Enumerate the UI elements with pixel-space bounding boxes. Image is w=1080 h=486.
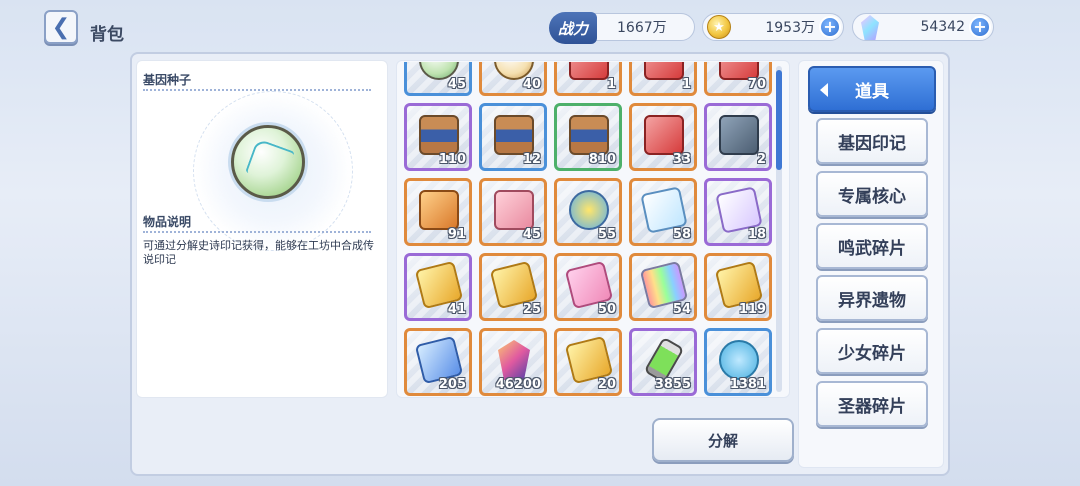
coin-icon: ★	[707, 15, 731, 39]
back-button[interactable]: ❮	[44, 10, 78, 44]
divider	[143, 231, 371, 233]
item-count: 1381	[729, 377, 766, 392]
crystal-icon	[861, 15, 879, 40]
inventory-slot[interactable]: 50	[554, 253, 622, 321]
item-count: 205	[438, 377, 466, 392]
power-value: 1667万	[617, 20, 667, 36]
item-count: 12	[522, 152, 541, 167]
inventory-slot[interactable]: 119	[704, 253, 772, 321]
inventory-slot[interactable]: 46200	[479, 328, 547, 396]
inventory-slot[interactable]: 55	[554, 178, 622, 246]
stars-icon	[569, 190, 609, 230]
item-count: 41	[447, 302, 466, 317]
item-count: 810	[588, 152, 616, 167]
inventory-slot[interactable]: 45	[404, 62, 472, 96]
divider	[143, 89, 371, 91]
tab-props[interactable]: 道具	[808, 66, 936, 112]
item-count: 119	[738, 302, 766, 317]
item-count: 18	[747, 227, 766, 242]
tab-category-3[interactable]: 异界遗物	[816, 275, 928, 321]
gem-amount: 54342	[920, 19, 965, 35]
item-count: 45	[522, 227, 541, 242]
tab-category-4[interactable]: 少女碎片	[816, 328, 928, 374]
power-display: 战力 1667万	[549, 12, 695, 44]
decompose-button[interactable]: 分解	[652, 418, 794, 462]
inventory-grid: 45 40 1 1 70 110 12 810 33 2 91 45 55 58 18 41 25 50 54 119…	[404, 62, 774, 396]
add-gem-button[interactable]: +	[969, 16, 991, 38]
item-count: 58	[672, 227, 691, 242]
inventory-slot[interactable]: 1381	[704, 328, 772, 396]
gold-display: ★ 1953万 +	[702, 13, 844, 41]
chevron-left-icon: ❮	[51, 14, 71, 40]
tab-category-5[interactable]: 圣器碎片	[816, 381, 928, 427]
inventory-slot[interactable]: 205	[404, 328, 472, 396]
item-count: 25	[522, 302, 541, 317]
gold-amount: 1953万	[765, 20, 815, 36]
inventory-viewport[interactable]: 45 40 1 1 70 110 12 810 33 2 91 45 55 58 18 41 25 50 54 119…	[396, 62, 774, 396]
item-count: 40	[522, 77, 541, 92]
candy-icon	[719, 340, 759, 380]
item-count: 110	[438, 152, 466, 167]
inventory-slot[interactable]: 33	[629, 103, 697, 171]
item-count: 1	[681, 77, 691, 92]
item-count: 33	[672, 152, 691, 167]
item-detail-panel: 基因种子 物品说明 可通过分解史诗印记获得，能够在工坊中合成传说印记	[136, 60, 388, 398]
caret-left-icon	[820, 83, 828, 97]
item-count: 54	[672, 302, 691, 317]
item-count: 70	[747, 77, 766, 92]
cube-red-icon	[569, 62, 609, 80]
inventory-slot[interactable]: 25	[479, 253, 547, 321]
inventory-slot[interactable]: 810	[554, 103, 622, 171]
inventory-slot[interactable]: 91	[404, 178, 472, 246]
item-count: 46200	[495, 377, 541, 392]
inventory-slot[interactable]: 110	[404, 103, 472, 171]
power-badge: 战力	[549, 12, 597, 44]
item-count: 3855	[654, 377, 691, 392]
inventory-slot[interactable]: 58	[629, 178, 697, 246]
inventory-slot[interactable]: 45	[479, 178, 547, 246]
tab-category-0[interactable]: 基因印记	[816, 118, 928, 164]
inventory-slot[interactable]: 3855	[629, 328, 697, 396]
inventory-slot[interactable]: 1	[554, 62, 622, 96]
inventory-slot[interactable]: 54	[629, 253, 697, 321]
item-count: 91	[447, 227, 466, 242]
inventory-slot[interactable]: 20	[554, 328, 622, 396]
tab-category-2[interactable]: 鸣武碎片	[816, 223, 928, 269]
chest-icon	[494, 115, 534, 155]
gene-seed-icon	[231, 125, 305, 199]
gift-icon	[494, 190, 534, 230]
item-count: 45	[447, 77, 466, 92]
item-description: 可通过分解史诗印记获得，能够在工坊中合成传说印记	[143, 239, 374, 266]
tab-label: 道具	[855, 81, 889, 102]
desc-heading: 物品说明	[143, 215, 192, 229]
crystal-icon	[498, 340, 530, 380]
add-gold-button[interactable]: +	[819, 16, 841, 38]
item-count: 20	[597, 377, 616, 392]
item-count: 55	[597, 227, 616, 242]
inventory-slot[interactable]: 70	[704, 62, 772, 96]
dna-icon	[719, 115, 759, 155]
item-count: 2	[756, 152, 766, 167]
inventory-slot[interactable]: 41	[404, 253, 472, 321]
cube-red-icon	[644, 62, 684, 80]
cube-red-icon	[644, 115, 684, 155]
gem-display: 54342 +	[852, 13, 994, 41]
item-count: 50	[597, 302, 616, 317]
inventory-slot[interactable]: 12	[479, 103, 547, 171]
inventory-slot[interactable]: 18	[704, 178, 772, 246]
inventory-slot[interactable]: 40	[479, 62, 547, 96]
chest-icon	[419, 115, 459, 155]
cube-orange-icon	[419, 190, 459, 230]
inventory-slot[interactable]: 1	[629, 62, 697, 96]
chest-icon	[569, 115, 609, 155]
page-title: 背包	[90, 25, 124, 45]
scrollbar-thumb[interactable]	[776, 70, 782, 170]
item-count: 1	[606, 77, 616, 92]
inventory-slot[interactable]: 2	[704, 103, 772, 171]
item-name: 基因种子	[143, 73, 192, 87]
tab-category-1[interactable]: 专属核心	[816, 171, 928, 217]
